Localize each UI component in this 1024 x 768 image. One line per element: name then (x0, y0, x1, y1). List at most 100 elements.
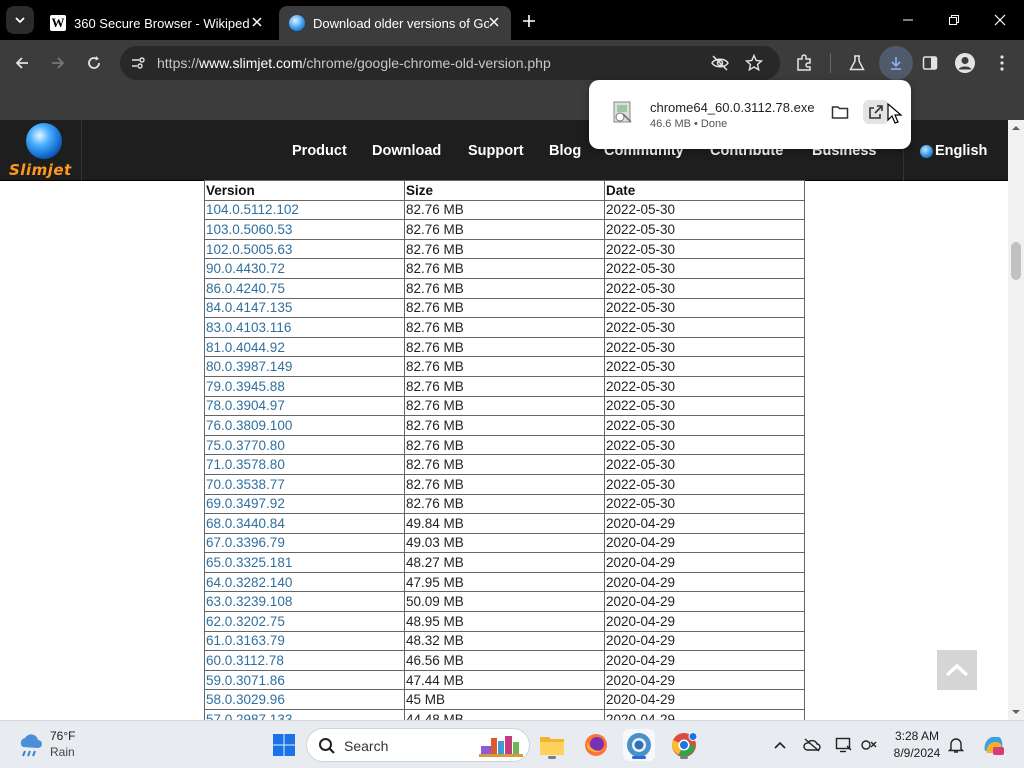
cell-version[interactable]: 80.0.3987.149 (204, 356, 405, 377)
back-to-top-button[interactable] (937, 650, 977, 690)
cell-date: 2022-05-30 (604, 493, 805, 515)
table-header-row: Version Size Date (204, 180, 805, 201)
cell-date: 2020-04-29 (604, 591, 805, 613)
cell-version[interactable]: 103.0.5060.53 (204, 219, 405, 240)
taskbar-file-explorer[interactable] (536, 729, 568, 761)
cell-version[interactable]: 71.0.3578.80 (204, 454, 405, 475)
close-window-button[interactable] (990, 10, 1010, 30)
minimize-button[interactable] (898, 10, 918, 30)
cell-version[interactable]: 63.0.3239.108 (204, 591, 405, 613)
downloads-bubble: chrome64_60.0.3112.78.exe 46.6 MB • Done (589, 80, 911, 149)
taskbar-firefox[interactable] (580, 729, 612, 761)
cell-version[interactable]: 78.0.3904.97 (204, 395, 405, 417)
site-info-icon[interactable] (130, 55, 146, 71)
cell-version[interactable]: 70.0.3538.77 (204, 473, 405, 495)
cell-version[interactable]: 69.0.3497.92 (204, 493, 405, 515)
extensions-button[interactable] (792, 51, 816, 75)
forward-button[interactable] (46, 51, 70, 75)
tab-wikipedia[interactable]: W 360 Secure Browser - Wikipedia (40, 6, 274, 40)
nav-blog[interactable]: Blog (549, 143, 581, 159)
table-row: 83.0.4103.116 82.76 MB 2022-05-30 (204, 317, 805, 338)
copilot-button[interactable] (980, 732, 1006, 758)
open-file-button[interactable] (863, 100, 889, 124)
cell-version[interactable]: 76.0.3809.100 (204, 415, 405, 436)
close-icon[interactable] (250, 15, 264, 29)
side-panel-button[interactable] (918, 51, 942, 75)
language-selector[interactable]: English (920, 143, 987, 159)
taskbar: 76°F Rain Search 3:28 AM 8/9/2024 (0, 720, 1024, 768)
address-bar[interactable]: https://www.slimjet.com/chrome/google-ch… (120, 46, 780, 80)
cell-version[interactable]: 79.0.3945.88 (204, 375, 405, 397)
weather-temp: 76°F (50, 729, 76, 743)
cell-version[interactable]: 61.0.3163.79 (204, 630, 405, 652)
arrow-right-icon (52, 57, 65, 69)
new-tab-button[interactable] (518, 10, 540, 32)
labs-button[interactable] (845, 51, 869, 75)
taskbar-search[interactable]: Search (306, 728, 530, 762)
cell-version[interactable]: 59.0.3071.86 (204, 669, 405, 691)
tray-network[interactable] (859, 735, 879, 755)
mouse-cursor-icon (887, 103, 903, 124)
restore-button[interactable] (944, 10, 964, 30)
cell-version[interactable]: 90.0.4430.72 (204, 258, 405, 279)
tab-slimjet[interactable]: Download older versions of Google Chrome (279, 6, 511, 40)
star-icon[interactable] (745, 54, 763, 72)
side-panel-icon (922, 56, 938, 70)
cell-version[interactable]: 81.0.4044.92 (204, 336, 405, 358)
table-row: 59.0.3071.86 47.44 MB 2020-04-29 (204, 669, 805, 691)
weather-widget[interactable]: 76°F Rain (16, 727, 86, 763)
cell-version[interactable]: 62.0.3202.75 (204, 611, 405, 632)
taskbar-chrome-active[interactable] (623, 729, 655, 761)
scroll-down-arrow-icon[interactable] (1012, 708, 1020, 716)
cell-version[interactable]: 86.0.4240.75 (204, 277, 405, 299)
cell-version[interactable]: 58.0.3029.96 (204, 689, 405, 711)
cell-version[interactable]: 84.0.4147.135 (204, 297, 405, 319)
nav-product[interactable]: Product (292, 143, 347, 159)
nav-download[interactable]: Download (372, 143, 441, 159)
clock[interactable]: 3:28 AM 8/9/2024 (890, 728, 944, 762)
minimize-icon (903, 19, 913, 21)
scroll-up-arrow-icon[interactable] (1012, 124, 1020, 132)
reload-button[interactable] (82, 51, 106, 75)
weather-condition: Rain (50, 745, 75, 759)
eye-off-icon[interactable] (710, 54, 730, 72)
cell-version[interactable]: 57.0.2987.133 (204, 709, 405, 720)
cell-date: 2022-05-30 (604, 434, 805, 456)
tray-cloud[interactable] (802, 735, 822, 755)
slimjet-logo[interactable]: Slimjet (6, 123, 80, 179)
table-row: 58.0.3029.96 45 MB 2020-04-29 (204, 689, 805, 711)
show-in-folder-button[interactable] (827, 100, 853, 124)
cell-version[interactable]: 64.0.3282.140 (204, 571, 405, 593)
tab-search-button[interactable] (6, 6, 34, 34)
cell-version[interactable]: 68.0.3440.84 (204, 513, 405, 534)
cell-version[interactable]: 65.0.3325.181 (204, 552, 405, 573)
close-icon[interactable] (487, 15, 501, 29)
profile-button[interactable] (953, 51, 977, 75)
notifications-button[interactable] (946, 735, 966, 755)
menu-button[interactable] (990, 51, 1014, 75)
table-row: 63.0.3239.108 50.09 MB 2020-04-29 (204, 591, 805, 613)
table-row: 57.0.2987.133 44.48 MB 2020-04-29 (204, 709, 805, 720)
download-filename[interactable]: chrome64_60.0.3112.78.exe (650, 100, 815, 115)
cell-size: 50.09 MB (404, 591, 605, 613)
show-hidden-icons-button[interactable] (770, 735, 790, 755)
nav-support[interactable]: Support (468, 143, 524, 159)
back-button[interactable] (10, 51, 34, 75)
header-version: Version (204, 180, 405, 201)
cell-version[interactable]: 67.0.3396.79 (204, 532, 405, 554)
tab-strip: W 360 Secure Browser - Wikipedia Downloa… (0, 0, 1024, 40)
start-button[interactable] (268, 729, 300, 761)
scrollbar-thumb[interactable] (1011, 242, 1021, 280)
close-icon (994, 14, 1006, 26)
cell-version[interactable]: 60.0.3112.78 (204, 650, 405, 671)
downloads-button[interactable] (879, 46, 913, 80)
cell-date: 2020-04-29 (604, 571, 805, 593)
cell-version[interactable]: 75.0.3770.80 (204, 434, 405, 456)
cell-version[interactable]: 104.0.5112.102 (204, 199, 405, 221)
cell-version[interactable]: 102.0.5005.63 (204, 238, 405, 260)
tray-display[interactable] (834, 735, 854, 755)
taskbar-chrome[interactable] (668, 729, 700, 761)
page-scrollbar[interactable] (1008, 120, 1024, 720)
cell-version[interactable]: 83.0.4103.116 (204, 317, 405, 338)
monitor-icon (835, 737, 852, 753)
